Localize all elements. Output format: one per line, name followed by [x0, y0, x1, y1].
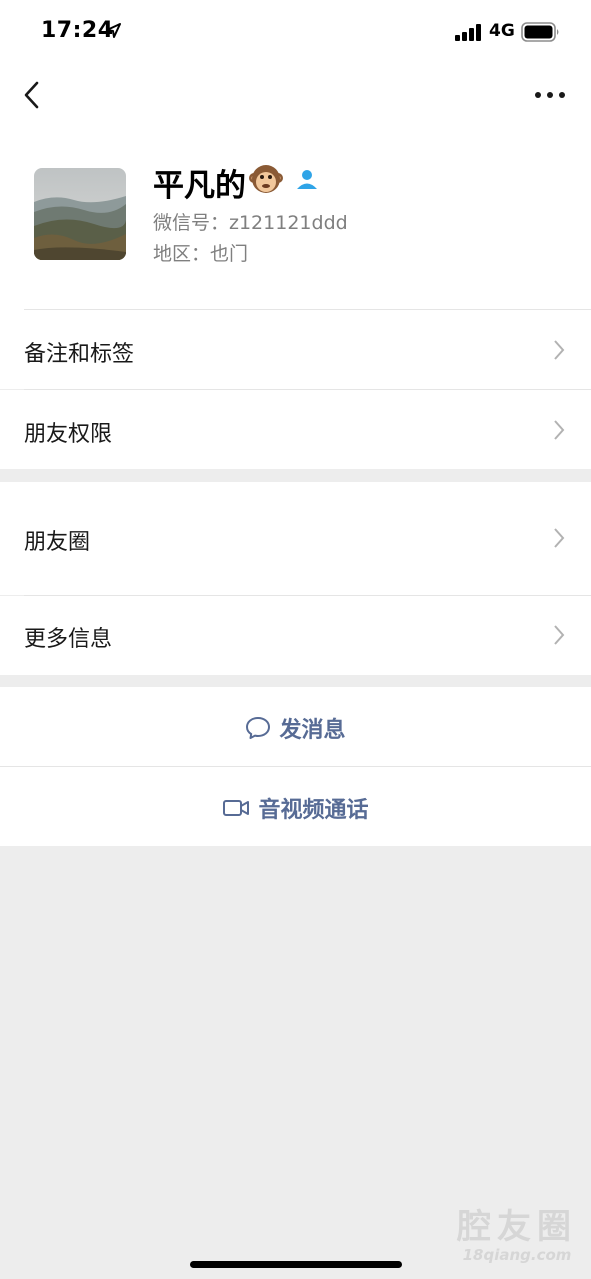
- more-options-icon[interactable]: [533, 88, 567, 102]
- profile-name: 平凡的: [153, 168, 246, 204]
- watermark: 腔友圈 18qiang.com: [452, 1207, 582, 1263]
- chevron-right-icon: [554, 625, 565, 645]
- chat-bubble-icon: [246, 717, 271, 739]
- monkey-emoji-icon: [249, 163, 283, 199]
- home-indicator[interactable]: [190, 1261, 402, 1268]
- divider: [24, 309, 591, 310]
- chevron-right-icon: [554, 420, 565, 440]
- friend-permissions-label: 朋友权限: [24, 422, 113, 447]
- status-bar: 17:24 4G: [0, 0, 591, 64]
- send-message-label: 发消息: [279, 718, 346, 743]
- wechat-id: 微信号：z121121ddd: [153, 212, 348, 234]
- moments-row[interactable]: 朋友圈: [0, 482, 591, 595]
- location-arrow-icon: [106, 23, 121, 38]
- divider: [0, 766, 591, 767]
- profile-header: 平凡的 微信号：z121121ddd 地区：也门: [0, 126, 591, 310]
- divider: [24, 389, 591, 390]
- video-call-button[interactable]: 音视频通话: [0, 767, 591, 846]
- user-badge-icon: [297, 170, 317, 189]
- divider: [24, 595, 591, 596]
- video-call-label: 音视频通话: [258, 798, 369, 823]
- watermark-subtitle: 18qiang.com: [462, 1246, 572, 1264]
- more-info-row[interactable]: 更多信息: [0, 596, 591, 675]
- signal-icon: [455, 24, 481, 41]
- moments-label: 朋友圈: [24, 530, 91, 555]
- battery-icon: [521, 22, 559, 42]
- friend-permissions-row[interactable]: 朋友权限: [0, 390, 591, 469]
- remark-tags-row[interactable]: 备注和标签: [0, 310, 591, 389]
- chevron-right-icon: [554, 340, 565, 360]
- watermark-title: 腔友圈: [457, 1207, 577, 1247]
- more-info-label: 更多信息: [24, 627, 113, 652]
- back-icon[interactable]: [20, 80, 44, 110]
- chevron-right-icon: [554, 528, 565, 548]
- send-message-button[interactable]: 发消息: [0, 687, 591, 766]
- status-time: 17:24: [41, 18, 114, 43]
- nav-bar: [0, 64, 591, 126]
- network-type: 4G: [489, 21, 515, 41]
- avatar[interactable]: [34, 168, 126, 260]
- remark-tags-label: 备注和标签: [24, 342, 135, 367]
- region: 地区：也门: [153, 243, 249, 265]
- video-camera-icon: [223, 800, 250, 816]
